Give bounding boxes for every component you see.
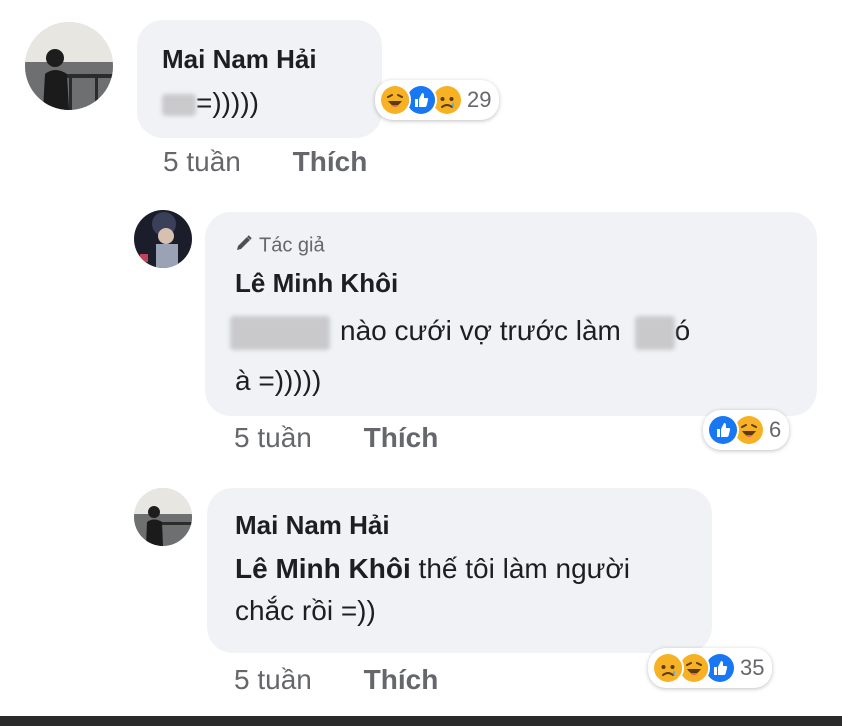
comment-text: Lê Minh Khôi thế tôi làm người: [235, 553, 630, 584]
comment-author[interactable]: Mai Nam Hải: [162, 44, 317, 75]
like-icon: [707, 414, 739, 446]
like-button[interactable]: Thích: [293, 146, 368, 177]
comment-author[interactable]: Lê Minh Khôi: [235, 268, 398, 299]
reaction-summary[interactable]: 6: [703, 410, 790, 450]
reaction-summary[interactable]: 29: [375, 80, 500, 120]
comment-bubble: Mai Nam Hải Lê Minh Khôi thế tôi làm ngư…: [207, 488, 712, 653]
reaction-count: 29: [467, 87, 492, 112]
comment-text-line2: à =))))): [235, 365, 322, 396]
avatar[interactable]: [134, 488, 192, 546]
comment-text: =))))): [162, 82, 259, 124]
like-button[interactable]: Thích: [364, 664, 439, 695]
author-badge: Tác giả: [235, 234, 325, 258]
mention-link[interactable]: Lê Minh Khôi: [235, 553, 411, 584]
comment-actions: 5 tuần Thích: [163, 146, 367, 178]
blurred-text: [162, 93, 196, 116]
comment-time[interactable]: 5 tuần: [234, 664, 312, 695]
bottom-border: [0, 716, 842, 726]
avatar[interactable]: [25, 22, 113, 110]
comment-text: nào cưới vợ trước làm ó: [230, 310, 690, 352]
reaction-count: 35: [740, 655, 765, 680]
haha-icon: [379, 84, 411, 116]
comment-text-line2: chắc rồi =)): [235, 595, 376, 626]
comment-time[interactable]: 5 tuần: [163, 146, 241, 177]
like-button[interactable]: Thích: [364, 422, 439, 453]
comment-bubble: Mai Nam Hải =))))): [137, 20, 382, 138]
blurred-text: [634, 315, 675, 350]
reaction-summary[interactable]: 35: [648, 648, 773, 688]
pencil-icon: [235, 234, 253, 258]
comment-actions: 5 tuần Thích: [234, 664, 438, 696]
sad-icon: [652, 652, 684, 684]
blurred-text: [230, 315, 330, 350]
comment-author[interactable]: Mai Nam Hải: [235, 510, 390, 541]
comment-actions: 5 tuần Thích: [234, 422, 438, 454]
avatar[interactable]: [134, 210, 192, 268]
comment-time[interactable]: 5 tuần: [234, 422, 312, 453]
reaction-count: 6: [769, 417, 782, 442]
comment-bubble: Tác giả Lê Minh Khôi nào cưới vợ trước l…: [205, 212, 817, 416]
